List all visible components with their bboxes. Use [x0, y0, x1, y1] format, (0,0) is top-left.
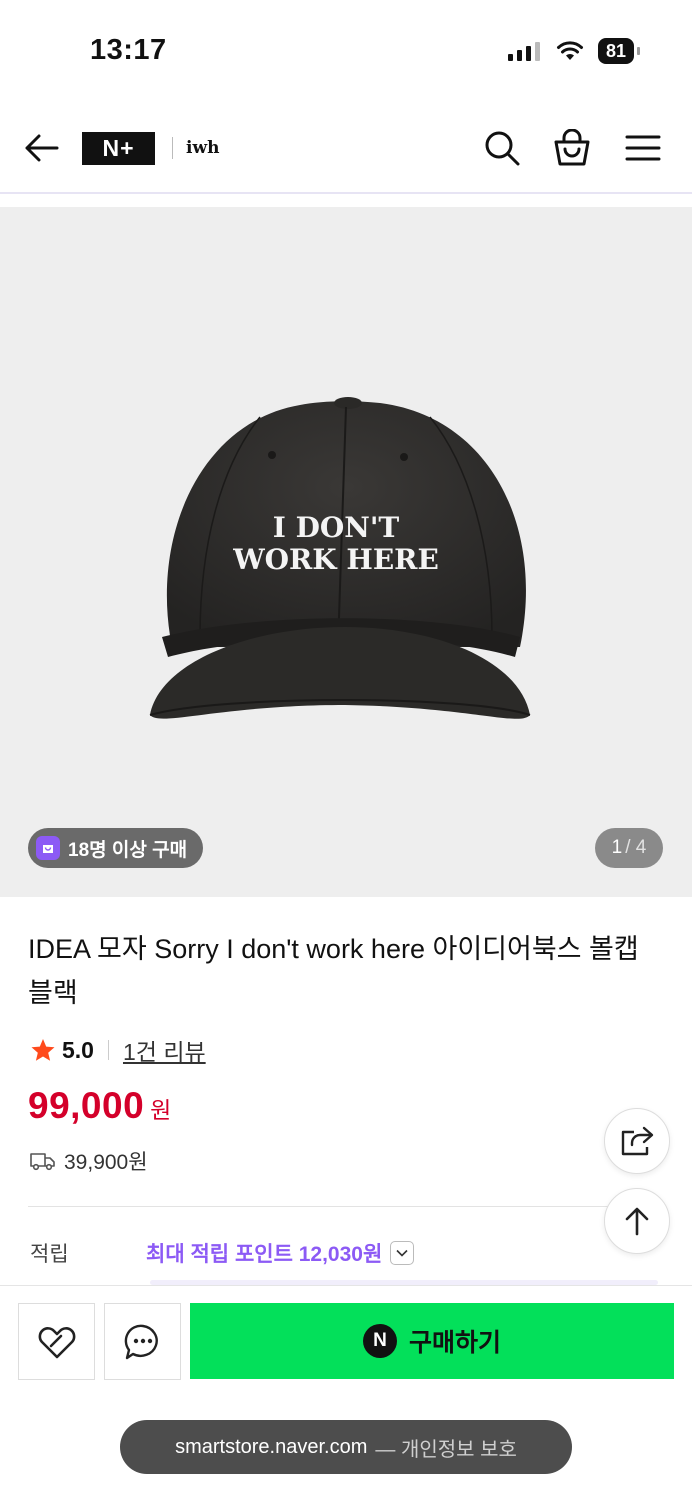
product-title: IDEA 모자 Sorry I don't work here 아이디어북스 볼… [28, 934, 639, 1008]
points-value-text: 최대 적립 포인트 12,030원 [146, 1243, 383, 1266]
page-total: / 4 [625, 837, 647, 858]
scroll-to-top-button[interactable] [604, 1188, 670, 1254]
naver-plus-logo[interactable]: N+ [82, 132, 155, 165]
heart-tag-icon [38, 1326, 75, 1358]
battery-indicator: 81 [597, 38, 641, 64]
arrow-left-icon [25, 134, 59, 162]
buy-now-label: 구매하기 [408, 1329, 501, 1357]
cart-button[interactable] [550, 126, 594, 170]
points-label: 적립 [30, 1243, 69, 1266]
wifi-icon [556, 41, 583, 60]
menu-button[interactable] [621, 126, 665, 170]
shopping-bag-badge-icon [36, 836, 60, 860]
delivery-truck-icon [30, 1153, 55, 1171]
shipping-fee: 39,900원 [64, 1151, 148, 1174]
review-count-link[interactable]: 1건 리뷰 [123, 1033, 206, 1067]
buyers-count-badge: 18명 이상 구매 [28, 828, 204, 868]
back-button[interactable] [20, 126, 64, 170]
section-divider [28, 1206, 664, 1207]
image-page-counter: 1 / 4 [595, 828, 663, 868]
chevron-down-icon [390, 1241, 415, 1265]
rating-row: 5.0 1건 리뷰 [30, 1033, 206, 1067]
cellular-signal-icon [507, 42, 540, 61]
share-button[interactable] [604, 1108, 670, 1174]
shopping-bag-icon [554, 129, 590, 166]
status-time: 13:17 [90, 34, 167, 66]
store-brand-name[interactable]: iwh [186, 138, 219, 158]
naver-pay-icon: N [362, 1324, 397, 1358]
privacy-label: — 개인정보 보호 [375, 1438, 517, 1461]
search-icon [485, 131, 520, 166]
arrow-up-icon [625, 1207, 649, 1236]
browser-url-bar[interactable]: smartstore.naver.com — 개인정보 보호 [120, 1420, 572, 1474]
buy-now-button[interactable]: N 구매하기 [190, 1303, 674, 1379]
chat-bubble-icon [124, 1324, 158, 1359]
chat-inquiry-button[interactable] [104, 1303, 181, 1380]
buyers-count-text: 18명 이상 구매 [68, 839, 188, 861]
rating-score: 5.0 [62, 1036, 94, 1063]
product-image-gallery[interactable]: I DON'T WORK HERE [0, 207, 692, 897]
cap-text-line-1: I DON'T [273, 511, 400, 544]
search-button[interactable] [480, 126, 524, 170]
price-unit: 원 [150, 1097, 172, 1123]
wishlist-button[interactable] [18, 1303, 95, 1380]
price-value: 99,000 [28, 1085, 145, 1126]
cap-text-line-2: WORK HERE [232, 543, 439, 576]
rating-divider [107, 1040, 109, 1060]
status-indicators: 81 [507, 38, 641, 64]
logo-divider [172, 137, 173, 159]
price-row: 99,000 원 [28, 1085, 171, 1127]
share-icon [621, 1126, 654, 1156]
star-icon [31, 1039, 55, 1061]
url-text: smartstore.naver.com [175, 1435, 368, 1458]
page-current: 1 [611, 837, 623, 858]
shipping-row: 39,900원 [30, 1146, 148, 1176]
product-cap-image: I DON'T WORK HERE [149, 397, 531, 719]
points-dropdown[interactable]: 최대 적립 포인트 12,030원 [146, 1238, 415, 1268]
hamburger-menu-icon [625, 135, 661, 161]
